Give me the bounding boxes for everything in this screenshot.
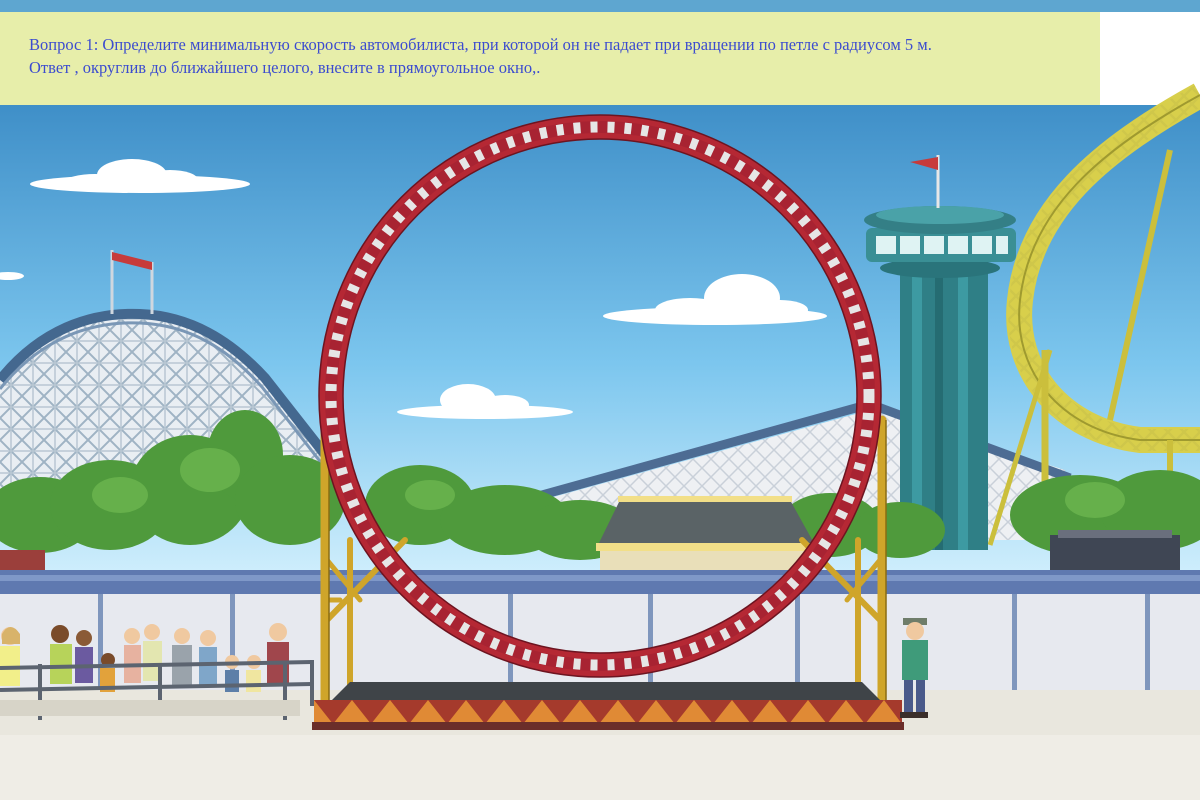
loop-platform	[312, 682, 904, 730]
question-text-line-1: Вопрос 1: Определите минимальную скорост…	[29, 35, 932, 54]
pavilion-building	[596, 496, 818, 571]
right-building	[1050, 530, 1180, 570]
ground-front	[0, 735, 1200, 800]
question-text-line-2: Ответ , округлив до ближайшего целого, в…	[29, 58, 541, 77]
question-panel: Вопрос 1: Определите минимальную скорост…	[0, 12, 1100, 105]
amusement-park-scene	[0, 83, 1200, 800]
